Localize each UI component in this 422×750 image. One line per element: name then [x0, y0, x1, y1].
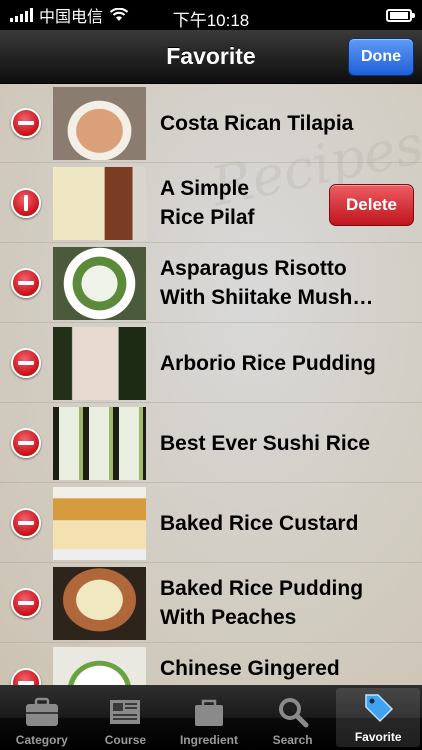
recipe-thumbnail [53, 247, 146, 320]
list-item[interactable]: Costa Rican Tilapia [0, 84, 422, 163]
delete-indicator-icon[interactable] [11, 428, 41, 458]
list-item[interactable]: Chinese Gingered Ri [0, 644, 422, 685]
list-item[interactable]: Baked Rice Pudding With Peaches [0, 564, 422, 643]
recipe-thumbnail [53, 327, 146, 400]
recipe-title: Best Ever Sushi Rice [160, 432, 371, 455]
recipe-thumbnail [53, 407, 146, 480]
recipe-title: Arborio Rice Pudding [160, 352, 376, 375]
carrier-name: 中国电信 [39, 9, 104, 26]
recipe-thumbnail [53, 87, 146, 160]
page-title: Favorite [166, 43, 256, 69]
delete-button[interactable]: Delete [329, 184, 414, 226]
tab-label: Ingredient [179, 733, 238, 747]
tab-search[interactable]: Search [251, 685, 335, 750]
delete-indicator-icon[interactable] [11, 588, 41, 618]
delete-indicator-icon[interactable] [11, 348, 41, 378]
bag-icon [194, 699, 223, 726]
tag-icon [365, 694, 394, 723]
recipe-title: Baked Rice Pudding With Peaches [160, 577, 364, 629]
recipe-thumbnail [53, 487, 146, 560]
list-item[interactable]: A Simple Rice Pilaf Delete [0, 164, 422, 243]
tab-label: Category [15, 733, 68, 747]
list-item[interactable]: Asparagus Risotto With Shiitake Mush… [0, 244, 422, 323]
tab-label: Favorite [354, 730, 402, 744]
tab-label: Course [104, 733, 147, 747]
favorites-list[interactable]: Recipes Costa Rican Tilapia A Simple Ric… [0, 84, 422, 685]
navigation-bar: Favorite Done [0, 30, 422, 84]
done-button[interactable]: Done [348, 38, 414, 76]
briefcase-icon [25, 697, 58, 726]
tab-favorite[interactable]: Favorite [336, 688, 420, 747]
status-bar: 中国电信 下午10:18 [0, 0, 422, 30]
list-item[interactable]: Arborio Rice Pudding [0, 324, 422, 403]
list-item[interactable]: Best Ever Sushi Rice [0, 404, 422, 483]
signal-icon [10, 8, 33, 22]
recipe-thumbnail [53, 567, 146, 640]
tab-ingredient[interactable]: Ingredient [167, 685, 251, 750]
tab-course[interactable]: Course [84, 685, 168, 750]
battery-icon [386, 8, 415, 22]
recipe-thumbnail [53, 167, 146, 240]
delete-indicator-icon[interactable] [11, 108, 41, 138]
recipe-thumbnail [53, 647, 146, 685]
list-item[interactable]: Baked Rice Custard [0, 484, 422, 563]
tab-bar: Category Course Ingredient Search Favori… [0, 685, 422, 750]
recipe-title: Chinese Gingered Ri [160, 657, 340, 680]
delete-indicator-icon[interactable] [11, 268, 41, 298]
search-icon [278, 698, 309, 728]
delete-indicator-icon[interactable] [11, 508, 41, 538]
delete-indicator-icon[interactable] [11, 188, 41, 218]
newspaper-icon [110, 700, 141, 724]
recipe-title: Baked Rice Custard [160, 512, 359, 535]
tab-category[interactable]: Category [0, 685, 84, 750]
delete-indicator-icon[interactable] [11, 668, 41, 685]
tab-label: Search [272, 733, 313, 747]
recipe-title: Asparagus Risotto With Shiitake Mush… [160, 257, 374, 309]
wifi-icon [109, 8, 129, 22]
recipe-title: Costa Rican Tilapia [160, 112, 354, 135]
